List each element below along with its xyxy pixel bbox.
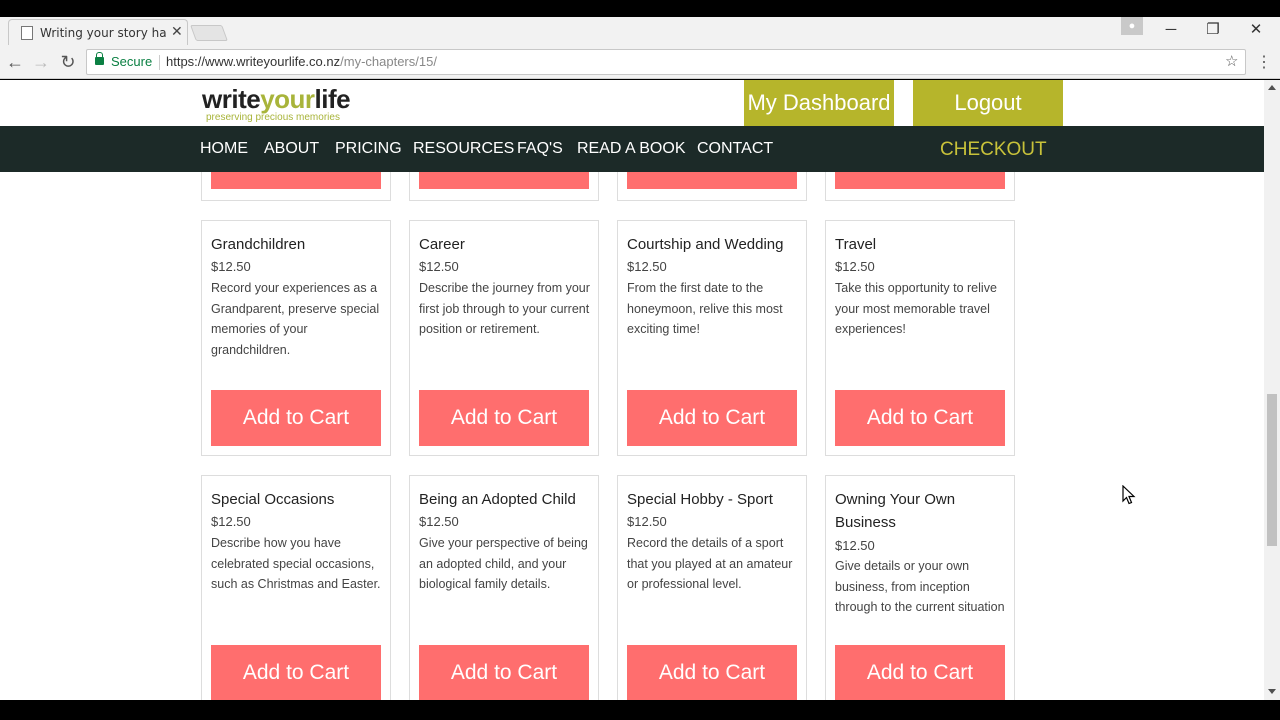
product-description: Record your experiences as a Grandparent… bbox=[211, 281, 380, 358]
url-host: https://www.writeyourlife.co.nz bbox=[166, 54, 341, 69]
nav-home[interactable]: HOME bbox=[200, 140, 248, 158]
product-description: Describe how you have celebrated special… bbox=[211, 536, 381, 592]
product-price: $12.50 bbox=[419, 259, 459, 274]
menu-dots-icon[interactable]: ⋮ bbox=[1256, 52, 1272, 72]
back-arrow-icon[interactable]: ← bbox=[4, 51, 26, 73]
add-to-cart-button[interactable]: Add to Cart bbox=[627, 390, 797, 446]
add-to-cart-button[interactable]: Add to Cart bbox=[627, 645, 797, 700]
product-card-partial bbox=[825, 172, 1015, 201]
lock-icon bbox=[95, 52, 104, 65]
product-title: Courtship and Wedding bbox=[627, 236, 784, 253]
logo-wordmark: writeyourlife bbox=[202, 84, 351, 115]
add-to-cart-button[interactable]: Add to Cart bbox=[211, 390, 381, 446]
add-to-cart-button-partial[interactable] bbox=[211, 172, 381, 189]
product-price: $12.50 bbox=[627, 514, 667, 529]
add-to-cart-button-partial[interactable] bbox=[835, 172, 1005, 189]
page-scrollbar[interactable] bbox=[1264, 80, 1280, 700]
product-card-career: Career $12.50 Describe the journey from … bbox=[409, 220, 599, 456]
add-to-cart-button[interactable]: Add to Cart bbox=[419, 645, 589, 700]
reload-icon[interactable]: ↻ bbox=[57, 51, 79, 73]
add-to-cart-button-partial[interactable] bbox=[419, 172, 589, 189]
product-title: Career bbox=[419, 236, 465, 253]
product-card-special-hobby-sport: Special Hobby - Sport $12.50 Record the … bbox=[617, 475, 807, 700]
my-dashboard-button[interactable]: My Dashboard bbox=[744, 80, 894, 126]
product-card-special-occasions: Special Occasions $12.50 Describe how yo… bbox=[201, 475, 391, 700]
product-description: Take this opportunity to relive your mos… bbox=[835, 281, 997, 337]
product-price: $12.50 bbox=[211, 259, 251, 274]
product-card-grandchildren: Grandchildren $12.50 Record your experie… bbox=[201, 220, 391, 456]
page-icon bbox=[21, 26, 33, 40]
url-text: https://www.writeyourlife.co.nz/my-chapt… bbox=[166, 54, 437, 69]
product-description: From the first date to the honeymoon, re… bbox=[627, 281, 783, 337]
forward-arrow-icon[interactable]: → bbox=[30, 51, 52, 73]
tab-strip: Writing your story has ne ✕ ● ─ ❐ ✕ bbox=[0, 17, 1280, 45]
secure-label: Secure bbox=[111, 54, 153, 69]
new-tab-button[interactable] bbox=[190, 25, 228, 41]
product-price: $12.50 bbox=[211, 514, 251, 529]
product-price: $12.50 bbox=[419, 514, 459, 529]
logo-part: life bbox=[314, 84, 351, 114]
restore-icon[interactable]: ❐ bbox=[1198, 19, 1228, 41]
logo-tagline: preserving precious memories bbox=[206, 112, 340, 123]
product-card-partial bbox=[201, 172, 391, 201]
product-card-courtship-and-wedding: Courtship and Wedding $12.50 From the fi… bbox=[617, 220, 807, 456]
product-price: $12.50 bbox=[835, 538, 875, 553]
scroll-down-arrow-icon[interactable] bbox=[1268, 689, 1276, 694]
site-nav: HOME ABOUT PRICING RESOURCES FAQ'S READ … bbox=[0, 126, 1264, 172]
add-to-cart-button[interactable]: Add to Cart bbox=[419, 390, 589, 446]
add-to-cart-button-partial[interactable] bbox=[627, 172, 797, 189]
divider bbox=[159, 55, 160, 70]
nav-read-a-book[interactable]: READ A BOOK bbox=[577, 140, 685, 158]
product-card-owning-your-own-business: Owning Your Own Business $12.50 Give det… bbox=[825, 475, 1015, 700]
product-card-travel: Travel $12.50 Take this opportunity to r… bbox=[825, 220, 1015, 456]
scroll-up-arrow-icon[interactable] bbox=[1268, 85, 1276, 90]
nav-pricing[interactable]: PRICING bbox=[335, 140, 402, 158]
logo-part-accent: your bbox=[260, 84, 315, 114]
nav-resources[interactable]: RESOURCES bbox=[413, 140, 514, 158]
logo-part: write bbox=[202, 84, 261, 114]
nav-about[interactable]: ABOUT bbox=[264, 140, 319, 158]
product-title: Special Hobby - Sport bbox=[627, 491, 773, 508]
site-logo[interactable]: writeyourlife preserving precious memori… bbox=[202, 84, 351, 123]
close-window-icon[interactable]: ✕ bbox=[1241, 19, 1271, 41]
product-description: Describe the journey from your first job… bbox=[419, 281, 590, 337]
page-viewport: writeyourlife preserving precious memori… bbox=[0, 80, 1264, 700]
product-description: Record the details of a sport that you p… bbox=[627, 536, 793, 592]
nav-faqs[interactable]: FAQ'S bbox=[517, 140, 563, 158]
browser-toolbar: ← → ↻ Secure https://www.writeyourlife.c… bbox=[0, 45, 1280, 79]
tab-title: Writing your story has ne bbox=[40, 26, 166, 40]
url-path: /my-chapters/15/ bbox=[340, 54, 437, 69]
product-card-partial bbox=[617, 172, 807, 201]
add-to-cart-button[interactable]: Add to Cart bbox=[211, 645, 381, 700]
add-to-cart-button[interactable]: Add to Cart bbox=[835, 390, 1005, 446]
product-description: Give your perspective of being an adopte… bbox=[419, 536, 588, 592]
product-price: $12.50 bbox=[835, 259, 875, 274]
address-bar[interactable]: Secure https://www.writeyourlife.co.nz/m… bbox=[86, 49, 1246, 75]
product-title: Special Occasions bbox=[211, 491, 335, 508]
browser-tab[interactable]: Writing your story has ne ✕ bbox=[8, 19, 188, 45]
product-price: $12.50 bbox=[627, 259, 667, 274]
user-profile-icon[interactable]: ● bbox=[1121, 17, 1143, 35]
product-card-partial bbox=[409, 172, 599, 201]
product-card-being-an-adopted-child: Being an Adopted Child $12.50 Give your … bbox=[409, 475, 599, 700]
product-title: Being an Adopted Child bbox=[419, 491, 576, 508]
product-title: Travel bbox=[835, 236, 877, 253]
add-to-cart-button[interactable]: Add to Cart bbox=[835, 645, 1005, 700]
mouse-cursor-icon bbox=[1122, 485, 1136, 505]
checkout-link[interactable]: CHECKOUT bbox=[940, 139, 1047, 161]
logout-button[interactable]: Logout bbox=[913, 80, 1063, 126]
screen: Writing your story has ne ✕ ● ─ ❐ ✕ ← → … bbox=[0, 0, 1280, 720]
nav-contact[interactable]: CONTACT bbox=[697, 140, 773, 158]
close-tab-icon[interactable]: ✕ bbox=[171, 23, 183, 40]
bookmark-star-icon[interactable]: ☆ bbox=[1225, 52, 1238, 70]
product-title: Owning Your Own Business bbox=[835, 491, 956, 531]
product-title: Grandchildren bbox=[211, 236, 306, 253]
product-description: Give details or your own business, from … bbox=[835, 559, 1005, 615]
minimize-icon[interactable]: ─ bbox=[1156, 19, 1186, 41]
scrollbar-thumb[interactable] bbox=[1267, 394, 1277, 546]
